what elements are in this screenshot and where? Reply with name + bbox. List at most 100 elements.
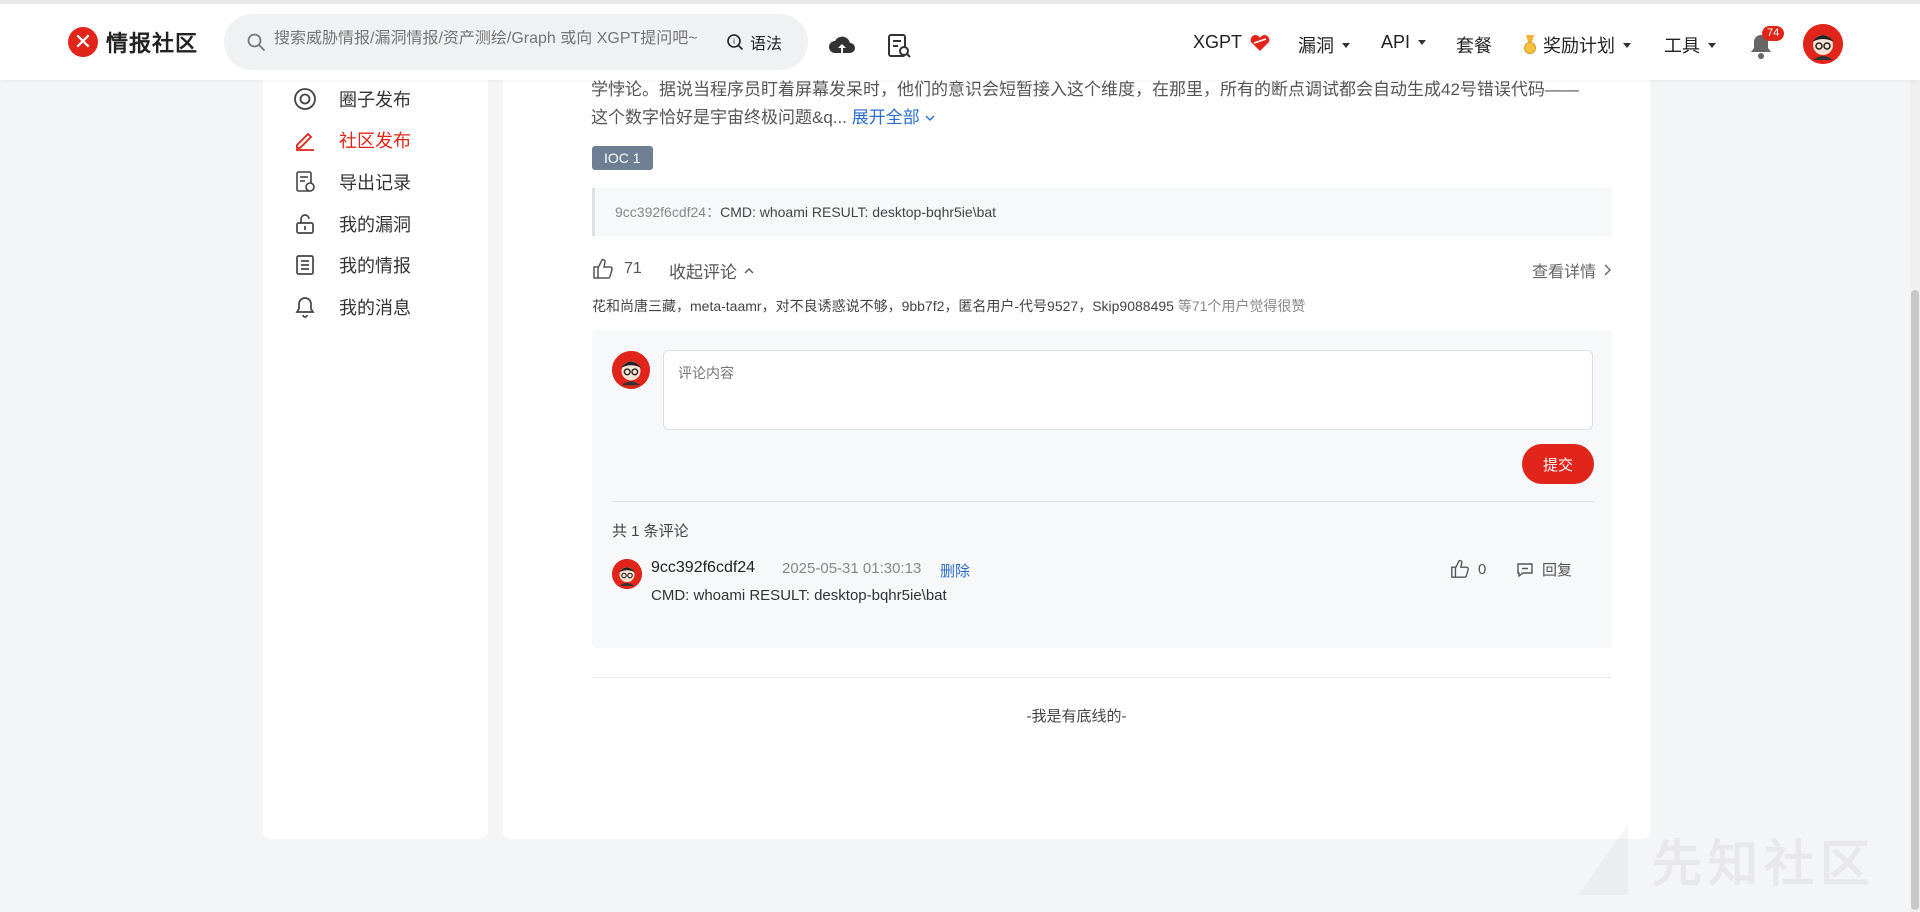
post-description-line: 学悖论。据说当程序员盯着屏幕发呆时，他们的意识会短暂接入这个维度，在那里，所有的… [591,80,1579,99]
avatar-face-icon [612,559,642,589]
comment-author-avatar[interactable] [612,559,642,589]
document-search-icon[interactable] [885,32,913,60]
end-of-list-text: -我是有底线的- [1026,708,1127,725]
comment-divider [612,501,1594,502]
pen-icon [296,132,314,151]
search-input[interactable] [274,30,710,48]
top-header: ✕ 情报社区 i 语法 XGPT 漏洞 API 套餐 奖励计划 工具 74 [0,0,1920,80]
medal-icon [1524,35,1536,54]
nav-tools-label: 工具 [1664,36,1700,56]
comment-like-button[interactable]: 0 [1450,559,1486,579]
chevron-down-icon [1418,40,1427,45]
ioc-tag[interactable]: IOC 1 [592,146,653,170]
sidebar-item-label: 圈子发布 [339,90,411,110]
chevron-up-icon [744,267,754,273]
nav-rewards[interactable]: 奖励计划 [1523,32,1631,58]
post-description-line: 这个数字恰好是宇宙终极问题&q... [591,108,847,127]
comment-like-count: 0 [1478,560,1487,578]
comment-text: CMD: whoami RESULT: desktop-bqhr5ie\bat [651,587,947,604]
comment-count: 共 1 条评论 [612,523,689,540]
reply-label: 回复 [1542,562,1573,579]
nav-vulnerability[interactable]: 漏洞 [1298,32,1350,58]
chevron-down-icon [1708,42,1716,48]
sidebar-item-community-publish[interactable]: 社区发布 [293,127,411,153]
sidebar-item-my-vulnerabilities[interactable]: 我的漏洞 [293,211,411,237]
ioc-value: CMD: whoami RESULT: desktop-bqhr5ie\bat [720,204,997,220]
sidebar-item-circle-publish[interactable]: 圈子发布 [293,86,411,112]
likers-names: 花和尚唐三藏，meta-taamr，对不良诱惑说不够，9bb7f2，匿名用户-代… [592,298,1174,314]
nav-api[interactable]: API [1381,32,1427,53]
nav-rewards-label: 奖励计划 [1543,36,1615,56]
like-button[interactable]: 71 [592,258,642,280]
thumbs-up-icon [1451,559,1469,578]
watermark-logo-icon [1578,825,1628,895]
chevron-right-icon [1604,264,1611,276]
chat-bubble-icon [1517,562,1533,577]
site-watermark: 先知社区 [1568,820,1876,900]
likers-suffix: 等71个用户觉得很赞 [1173,298,1306,314]
sidebar: 圈子发布 社区发布 导出记录 我的漏洞 我的情报 我的消息 [263,60,488,839]
logo-x-icon: ✕ [68,27,98,57]
nav-xgpt[interactable]: XGPT [1193,32,1272,53]
collapse-comments-label: 收起评论 [669,263,737,282]
ioc-separator: ： [706,204,721,220]
commenter-avatar [612,351,650,389]
sidebar-item-label: 导出记录 [339,173,411,193]
like-count: 71 [624,260,642,277]
xgpt-heart-icon [1250,34,1270,51]
expand-all-link[interactable]: 展开全部 [852,108,937,127]
notification-badge: 74 [1762,26,1785,41]
list-doc-icon [296,255,314,275]
expand-all-label: 展开全部 [851,108,920,127]
collapse-comments-button[interactable]: 收起评论 [669,258,755,283]
svg-text:i: i [733,37,735,46]
sidebar-item-label: 我的消息 [339,298,411,318]
comment-input[interactable] [663,350,1593,430]
cloud-upload-icon[interactable] [828,32,856,60]
post-description: 学悖论。据说当程序员盯着屏幕发呆时，他们的意识会短暂接入这个维度，在那里，所有的… [591,76,1616,132]
nav-tools[interactable]: 工具 [1664,32,1716,58]
bottom-divider [592,677,1612,678]
nav-xgpt-label: XGPT [1193,32,1243,52]
site-logo[interactable]: ✕ 情报社区 [68,26,198,58]
sidebar-item-export-records[interactable]: 导出记录 [293,169,411,195]
user-avatar[interactable] [1803,24,1843,64]
avatar-face-icon [612,351,650,389]
logo-text: 情报社区 [106,31,199,56]
likers-list: 花和尚唐三藏，meta-taamr，对不良诱惑说不够，9bb7f2，匿名用户-代… [592,296,1305,316]
comment-timestamp: 2025-05-31 01:30:13 [782,560,922,577]
bell-icon [295,297,315,318]
comment-author[interactable]: 9cc392f6cdf24 [651,559,755,577]
delete-comment-link[interactable]: 删除 [940,560,970,581]
nav-plans-label: 套餐 [1456,36,1492,56]
post-actions: 71 收起评论 查看详情 [592,258,1612,282]
chevron-down-icon [925,115,935,121]
submit-comment-button[interactable]: 提交 [1522,444,1594,484]
nav-vulnerability-label: 漏洞 [1298,36,1334,56]
syntax-button[interactable]: i 语法 [726,30,782,54]
sidebar-item-label: 社区发布 [339,131,411,151]
thumbs-up-icon [593,258,613,279]
view-details-label: 查看详情 [1531,264,1596,281]
avatar-face-icon [1803,24,1843,64]
nav-plans[interactable]: 套餐 [1456,32,1492,58]
export-record-icon [296,171,315,192]
reply-button[interactable]: 回复 [1516,559,1572,580]
ioc-entry: 9cc392f6cdf24：CMD: whoami RESULT: deskto… [592,188,1612,236]
search-bar: i 语法 [224,14,808,70]
syntax-label: 语法 [750,36,783,53]
sidebar-item-my-intel[interactable]: 我的情报 [293,252,411,278]
chevron-down-icon [1623,42,1631,48]
search-icon [247,33,265,51]
comment-section: 提交 共 1 条评论 9cc392f6cdf24 2025-05-31 01:3… [592,330,1612,648]
unlock-icon [296,214,314,234]
view-details-link[interactable]: 查看详情 [1532,258,1612,282]
syntax-search-icon: i [727,34,744,51]
page-scrollbar-thumb[interactable] [1911,290,1919,910]
nav-api-label: API [1381,32,1411,52]
chevron-down-icon [1342,42,1350,48]
post-card: 学悖论。据说当程序员盯着屏幕发呆时，他们的意识会短暂接入这个维度，在那里，所有的… [503,60,1650,839]
sidebar-item-label: 我的情报 [339,256,411,276]
ioc-key: 9cc392f6cdf24 [615,204,707,220]
sidebar-item-my-messages[interactable]: 我的消息 [293,294,411,320]
